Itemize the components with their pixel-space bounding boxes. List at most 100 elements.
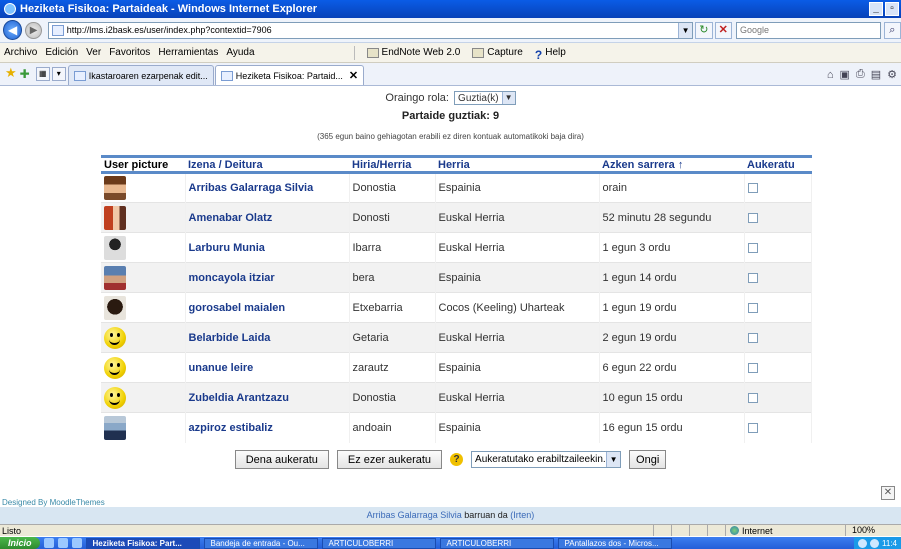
help-button[interactable]: ? Help [529, 47, 572, 62]
taskbar-item[interactable]: Bandeja de entrada - Ou... [203, 537, 318, 549]
maximize-button[interactable]: ▫ [885, 2, 899, 16]
security-zone[interactable]: Internet [725, 525, 845, 536]
taskbar-item[interactable]: Heziketa Fisikoa: Part... [85, 537, 200, 549]
menu-favoritos[interactable]: Favoritos [105, 47, 154, 58]
avatar[interactable] [104, 415, 126, 440]
avatar[interactable] [104, 176, 126, 200]
logout-link[interactable]: (Irten) [510, 510, 534, 520]
select-checkbox[interactable] [747, 272, 758, 283]
command-bar: ⌂ ▣ ⎙ ▤ ⚙ [827, 68, 897, 81]
select-checkbox[interactable] [747, 422, 758, 433]
user-city: Donosti [349, 202, 436, 233]
print-icon[interactable]: ⎙ [856, 68, 865, 81]
theme-credit[interactable]: Designed By MoodleThemes [2, 498, 105, 507]
page-menu-icon[interactable]: ▤ [871, 68, 881, 81]
home-icon[interactable]: ⌂ [827, 69, 834, 81]
help-icon[interactable]: ? [450, 453, 464, 466]
menu-separator [353, 45, 355, 60]
close-icon[interactable]: ✕ [881, 486, 895, 500]
address-bar[interactable]: http://lms.i2bask.es/user/index.php?cont… [47, 21, 694, 39]
table-row: gorosabel maialen Etxebarria Cocos (Keel… [101, 292, 812, 323]
quicklaunch-icon[interactable] [57, 538, 68, 548]
quicklaunch-icon[interactable] [71, 538, 82, 548]
refresh-button[interactable]: ↻ [695, 21, 713, 39]
endnote-label: EndNote Web 2.0 [381, 47, 461, 58]
user-name-link[interactable]: Belarbide Laida [185, 322, 350, 353]
select-checkbox[interactable] [747, 362, 758, 373]
taskbar-item[interactable]: ARTICULOBERRI [321, 537, 436, 549]
smiley-avatar-icon[interactable] [104, 326, 126, 349]
select-checkbox[interactable] [747, 332, 758, 343]
menu-ver[interactable]: Ver [82, 47, 105, 58]
tab-course-settings[interactable]: Ikastaroaren ezarpenak edit... [67, 65, 214, 85]
tab-list-icon[interactable]: ▾ [51, 67, 66, 81]
user-country: Espainia [435, 172, 600, 203]
avatar-cell [101, 202, 186, 233]
status-text: Listo [2, 525, 22, 536]
select-all-button[interactable]: Dena aukeratu [234, 450, 329, 469]
stop-button[interactable]: ✕ [714, 21, 732, 39]
feeds-icon[interactable]: ▣ [840, 68, 850, 81]
menu-herramientas[interactable]: Herramientas [154, 47, 222, 58]
select-checkbox[interactable] [747, 212, 758, 223]
tools-menu-icon[interactable]: ⚙ [887, 68, 897, 81]
zoom-level[interactable]: 100% [845, 525, 901, 536]
table-row: Arribas Galarraga Silvia Donostia Espain… [101, 172, 812, 203]
avatar[interactable] [104, 235, 126, 260]
menu-ayuda[interactable]: Ayuda [222, 47, 258, 58]
ie-logo-icon [4, 3, 16, 15]
user-name-link[interactable]: Amenabar Olatz [185, 202, 350, 233]
smiley-avatar-icon[interactable] [104, 356, 126, 379]
tray-icon[interactable] [870, 538, 880, 548]
logged-user-link[interactable]: Arribas Galarraga Silvia [367, 510, 462, 520]
forward-button[interactable]: ▶ [25, 21, 42, 39]
avatar[interactable] [104, 205, 126, 230]
taskbar-item[interactable]: ARTICULOBERRI [439, 537, 554, 549]
select-none-button[interactable]: Ez ezer aukeratu [336, 450, 443, 469]
address-dropdown-icon[interactable]: ▼ [678, 22, 693, 38]
user-name-link[interactable]: gorosabel maialen [185, 292, 350, 323]
back-button[interactable]: ◀ [3, 20, 23, 40]
role-select[interactable]: Guztia(k) ▼ [454, 91, 516, 105]
user-name-link[interactable]: azpiroz estibaliz [185, 412, 350, 443]
status-cell [689, 525, 707, 536]
tray-icon[interactable] [858, 538, 868, 548]
select-checkbox[interactable] [747, 392, 758, 403]
close-tab-icon[interactable]: ✕ [349, 69, 358, 82]
user-name-link[interactable]: Larburu Munia [185, 232, 350, 263]
minimize-button[interactable]: _ [869, 2, 883, 16]
select-checkbox[interactable] [747, 242, 758, 253]
search-button[interactable]: ⌕ [883, 21, 901, 39]
capture-button[interactable]: Capture [466, 47, 529, 58]
col-last-access[interactable]: Azken sarrera ↑ [599, 156, 744, 174]
user-country: Euskal Herria [435, 232, 600, 263]
user-name-link[interactable]: Arribas Galarraga Silvia [185, 172, 350, 203]
user-name-link[interactable]: Zubeldia Arantzazu [185, 382, 350, 413]
avatar[interactable] [104, 265, 126, 290]
tab-participants[interactable]: Heziketa Fisikoa: Partaid... ✕ [214, 65, 365, 85]
smiley-avatar-icon[interactable] [104, 386, 126, 409]
help-label: Help [545, 47, 566, 58]
endnote-button[interactable]: EndNote Web 2.0 [361, 47, 467, 58]
user-name-link[interactable]: unanue leire [185, 352, 350, 383]
col-city[interactable]: Hiria/Herria [349, 156, 435, 174]
menu-archivo[interactable]: Archivo [0, 47, 41, 58]
add-favorite-icon[interactable]: ✚ [20, 67, 30, 81]
select-checkbox[interactable] [747, 183, 758, 194]
search-input[interactable]: Google [735, 21, 881, 39]
go-button[interactable]: Ongi [629, 450, 667, 469]
page-icon [73, 70, 86, 81]
select-checkbox[interactable] [747, 302, 758, 313]
taskbar-item[interactable]: PAntallazos dos - Micros... [557, 537, 672, 549]
user-name-link[interactable]: moncayola itziar [185, 262, 350, 293]
start-button[interactable]: Inicio [0, 537, 40, 549]
col-select: Aukeratu [744, 156, 812, 174]
col-country[interactable]: Herria [435, 156, 599, 174]
favorites-star-icon[interactable]: ★ [5, 65, 17, 81]
with-selected-select[interactable]: Aukeratutako erabiltzaileekin... ▼ [471, 451, 622, 468]
quick-tabs-icon[interactable]: ▦ [35, 67, 50, 81]
menu-edicion[interactable]: Edición [41, 47, 82, 58]
avatar[interactable] [104, 295, 126, 320]
col-name[interactable]: Izena / Deitura [185, 156, 349, 174]
quicklaunch-icon[interactable] [43, 538, 54, 548]
